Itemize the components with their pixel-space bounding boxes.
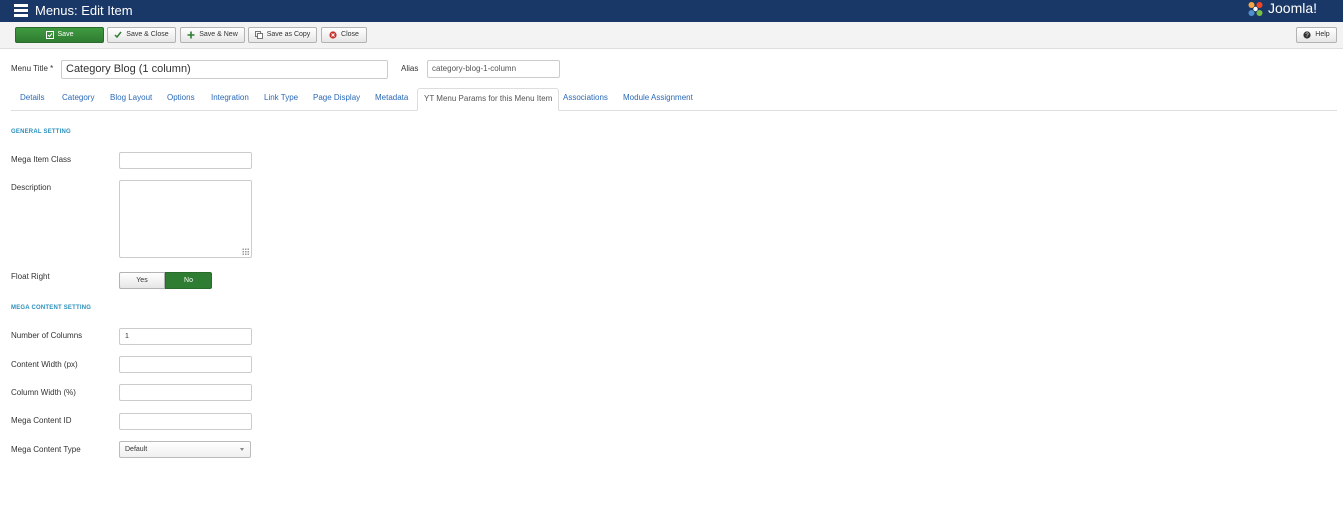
save-copy-button[interactable]: Save as Copy (248, 27, 317, 43)
close-circle-icon (329, 31, 337, 39)
tab-module-assignment[interactable]: Module Assignment (623, 88, 693, 110)
mega-content-type-label: Mega Content Type (11, 445, 81, 454)
float-right-label: Float Right (11, 272, 50, 281)
resize-handle-icon[interactable] (242, 248, 249, 255)
general-setting-heading: GENERAL SETTING (11, 129, 71, 135)
page-title: Menus: Edit Item (35, 3, 133, 18)
save-new-button[interactable]: Save & New (180, 27, 245, 43)
chevron-down-icon (240, 448, 244, 451)
column-width-input[interactable] (119, 384, 252, 401)
tab-integration[interactable]: Integration (211, 88, 249, 110)
plus-icon (187, 31, 195, 39)
save-new-label: Save & New (199, 31, 238, 38)
tab-associations[interactable]: Associations (563, 88, 608, 110)
alias-input[interactable]: category-blog-1-column (427, 60, 560, 78)
number-of-columns-input[interactable]: 1 (119, 328, 252, 345)
save-icon (45, 31, 54, 39)
tab-yt-menu-params[interactable]: YT Menu Params for this Menu Item (417, 88, 560, 111)
save-button[interactable]: Save (15, 27, 104, 43)
content-width-input[interactable] (119, 356, 252, 373)
tab-link-type[interactable]: Link Type (264, 88, 298, 110)
tab-category[interactable]: Category (62, 88, 94, 110)
mega-content-type-value: Default (125, 446, 148, 453)
float-right-yes-button[interactable]: Yes (119, 272, 165, 289)
tabs-divider (11, 110, 1337, 111)
save-copy-label: Save as Copy (266, 31, 311, 38)
description-label: Description (11, 183, 52, 192)
column-width-label: Column Width (%) (11, 388, 76, 397)
help-icon: ? (1303, 31, 1311, 39)
mega-item-class-label: Mega Item Class (11, 155, 72, 164)
mega-content-setting-heading: MEGA CONTENT SETTING (11, 305, 92, 311)
help-button[interactable]: ? Help (1296, 27, 1337, 43)
menu-list-icon (14, 4, 28, 17)
mega-item-class-input[interactable] (119, 152, 252, 169)
tab-blog-layout[interactable]: Blog Layout (110, 88, 152, 110)
tab-page-display[interactable]: Page Display (313, 88, 360, 110)
help-label: Help (1315, 31, 1330, 38)
save-close-button[interactable]: Save & Close (107, 27, 176, 43)
menu-title-label: Menu Title * (11, 64, 54, 73)
tab-options[interactable]: Options (167, 88, 195, 110)
save-label: Save (57, 31, 74, 38)
save-close-label: Save & Close (126, 31, 169, 38)
mega-content-type-select[interactable]: Default (119, 441, 251, 458)
float-right-no-button[interactable]: No (165, 272, 212, 289)
app-header: Menus: Edit Item Joomla! (0, 0, 1343, 22)
alias-label: Alias (401, 64, 419, 73)
number-of-columns-label: Number of Columns (11, 331, 83, 340)
mega-content-id-label: Mega Content ID (11, 416, 72, 425)
close-button[interactable]: Close (321, 27, 367, 43)
toolbar: Save Save & Close Save & New Save as Cop… (0, 22, 1343, 49)
content-width-label: Content Width (px) (11, 360, 78, 369)
tab-metadata[interactable]: Metadata (375, 88, 408, 110)
mega-content-id-input[interactable] (119, 413, 252, 430)
menu-title-input[interactable]: Category Blog (1 column) (61, 60, 388, 79)
copy-icon (254, 31, 263, 39)
float-right-toggle: Yes No (119, 272, 212, 289)
joomla-brand-text: Joomla! (1268, 0, 1318, 16)
checkmark-icon (114, 31, 122, 39)
joomla-logo-icon (1248, 2, 1263, 16)
tab-details[interactable]: Details (20, 88, 44, 110)
close-label: Close (341, 31, 359, 38)
description-textarea[interactable] (119, 180, 252, 258)
